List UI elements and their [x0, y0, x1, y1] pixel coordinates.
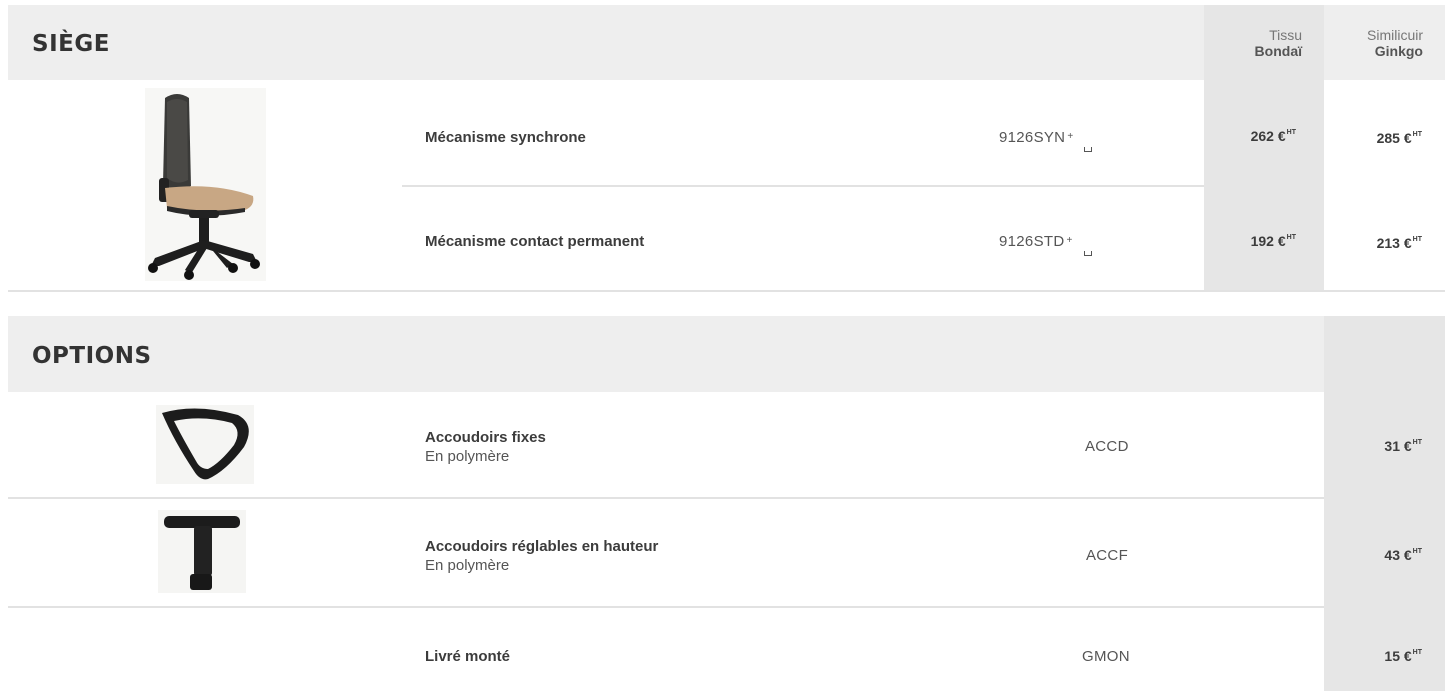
price-value: 43 € [1384, 547, 1412, 563]
fixed-armrest-illustration [162, 408, 249, 480]
reference-suffix: + [1066, 235, 1073, 246]
row-divider [8, 606, 1324, 608]
price-value: 262 € [1250, 128, 1286, 144]
price-value: 15 € [1384, 648, 1412, 664]
price-unit: HT [1412, 649, 1422, 656]
product-reference: ACCD [1085, 438, 1129, 455]
price-option: 43 €HT [1384, 547, 1422, 563]
price-unit: HT [1412, 236, 1422, 243]
price-unit: HT [1286, 129, 1296, 136]
row-subtitle: En polymère [425, 448, 510, 465]
price-option: 15 €HT [1384, 648, 1422, 664]
column-name-bondai: Bondaï [1254, 43, 1302, 59]
product-reference: ACCF [1086, 547, 1129, 564]
row-title: Accoudoirs fixes [425, 429, 546, 446]
checkbox-icon[interactable] [1084, 147, 1092, 152]
adjustable-armrest-image [158, 510, 246, 593]
options-title: OPTIONS [32, 343, 152, 369]
office-chair-illustration [148, 94, 260, 280]
product-reference: 9126STD + [999, 233, 1073, 250]
price-column-options [1324, 316, 1445, 691]
price-value: 192 € [1250, 233, 1286, 249]
row-divider [8, 497, 1324, 499]
price-option: 31 €HT [1384, 438, 1422, 454]
column-label-tissu: Tissu [1269, 27, 1302, 43]
fixed-armrest-image [156, 405, 254, 484]
price-similicuir: 213 €HT [1377, 235, 1422, 251]
row-title: Livré monté [425, 648, 511, 665]
price-tissu: 262 €HT [1251, 128, 1296, 144]
column-header-tissu: Tissu Bondaï [1204, 27, 1302, 59]
product-reference: 9126SYN + [999, 129, 1073, 146]
checkbox-icon[interactable] [1084, 251, 1092, 256]
row-title: Mécanisme contact permanent [425, 233, 645, 250]
price-unit: HT [1412, 131, 1422, 138]
row-title: Mécanisme synchrone [425, 129, 586, 146]
row-divider [402, 185, 1204, 187]
column-label-similicuir: Similicuir [1367, 27, 1423, 43]
adjustable-armrest-illustration [164, 516, 240, 590]
product-reference: GMON [1082, 648, 1130, 665]
office-chair-image [145, 88, 266, 281]
price-unit: HT [1412, 548, 1422, 555]
options-header-band [8, 316, 1324, 392]
row-subtitle: En polymère [425, 557, 510, 574]
reference-code: 9126STD [999, 233, 1065, 250]
section-divider [8, 290, 1445, 292]
row-title: Accoudoirs réglables en hauteur [425, 538, 659, 555]
reference-suffix: + [1067, 131, 1074, 142]
reference-code: 9126SYN [999, 129, 1066, 146]
price-similicuir: 285 €HT [1377, 130, 1422, 146]
price-tissu: 192 €HT [1251, 233, 1296, 249]
price-value: 285 € [1376, 130, 1412, 146]
column-name-ginkgo: Ginkgo [1374, 43, 1423, 59]
siege-title: SIÈGE [32, 31, 110, 57]
column-header-similicuir: Similicuir Ginkgo [1324, 27, 1423, 59]
price-value: 31 € [1384, 438, 1412, 454]
price-unit: HT [1286, 234, 1296, 241]
price-value: 213 € [1376, 235, 1412, 251]
price-unit: HT [1412, 439, 1422, 446]
